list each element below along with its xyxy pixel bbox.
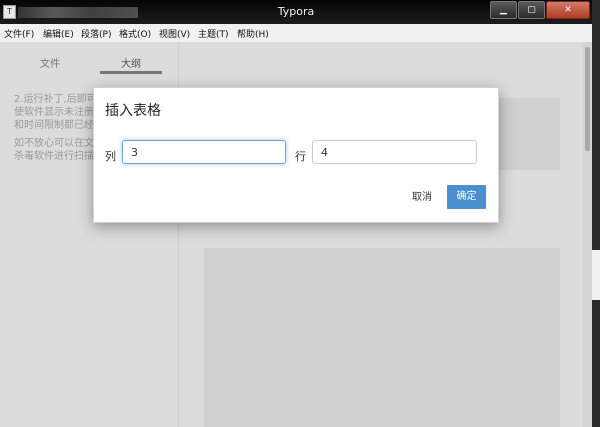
sidebar-text-line: 杀毒软件进行扫描 [14, 151, 94, 162]
menu-help[interactable]: 帮助(H) [237, 27, 269, 40]
sidebar-text-line: 和时间限制都已经 [14, 120, 94, 131]
confirm-button[interactable]: 确定 [447, 185, 486, 209]
background-window-edge [592, 0, 600, 427]
background-window-fragment [592, 250, 600, 300]
title-bar[interactable]: T Typora ▁ ▢ ✕ [0, 0, 592, 24]
close-button[interactable]: ✕ [546, 1, 590, 19]
menu-format[interactable]: 格式(O) [119, 27, 151, 40]
menu-edit[interactable]: 编辑(E) [43, 27, 74, 40]
app-window: T Typora ▁ ▢ ✕ 文件(F) 编辑(E) 段落(P) 格式(O) 视… [0, 0, 592, 427]
editor-image-block [204, 248, 560, 427]
minimize-button[interactable]: ▁ [490, 1, 517, 19]
dialog-title: 插入表格 [105, 103, 161, 119]
tab-files[interactable]: 文件 [40, 55, 60, 70]
menu-theme[interactable]: 主题(T) [198, 27, 229, 40]
active-tab-indicator [100, 71, 162, 74]
columns-input[interactable] [122, 140, 286, 164]
columns-label: 列 [105, 150, 116, 163]
cancel-button[interactable]: 取消 [406, 187, 438, 209]
menu-paragraph[interactable]: 段落(P) [81, 27, 111, 40]
scrollbar-thumb[interactable] [585, 47, 590, 151]
window-controls: ▁ ▢ ✕ [489, 1, 590, 19]
maximize-button[interactable]: ▢ [518, 1, 545, 19]
rows-label: 行 [295, 150, 306, 163]
tab-outline[interactable]: 大纲 [121, 55, 141, 70]
insert-table-dialog: 插入表格 列 行 取消 确定 [93, 87, 499, 223]
menu-view[interactable]: 视图(V) [159, 27, 190, 40]
menu-file[interactable]: 文件(F) [4, 27, 34, 40]
menu-bar: 文件(F) 编辑(E) 段落(P) 格式(O) 视图(V) 主题(T) 帮助(H… [0, 24, 592, 42]
rows-input[interactable] [312, 140, 477, 164]
